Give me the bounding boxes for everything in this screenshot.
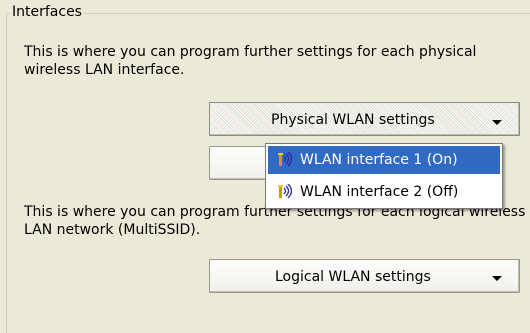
wlan-antenna-icon xyxy=(278,152,292,167)
physical-wlan-settings-label: Physical WLAN settings xyxy=(271,112,435,128)
physical-wlan-settings-button[interactable]: Physical WLAN settings xyxy=(209,102,520,136)
wlan-antenna-icon xyxy=(278,184,292,199)
menu-item-label: WLAN interface 1 (On) xyxy=(300,152,458,168)
hidden-button-stub[interactable] xyxy=(209,146,269,180)
logical-wlan-settings-label: Logical WLAN settings xyxy=(275,269,431,285)
wlan-interface-menu: WLAN interface 1 (On) WLAN interface 2 (… xyxy=(265,143,503,209)
menu-item-wlan-interface-2[interactable]: WLAN interface 2 (Off) xyxy=(268,178,500,206)
chevron-down-icon xyxy=(492,120,502,125)
menu-item-label: WLAN interface 2 (Off) xyxy=(300,184,459,200)
physical-description: This is where you can program further se… xyxy=(24,44,477,78)
group-title: Interfaces xyxy=(10,3,84,21)
logical-wlan-settings-button[interactable]: Logical WLAN settings xyxy=(209,259,520,293)
menu-item-wlan-interface-1[interactable]: WLAN interface 1 (On) xyxy=(268,146,500,174)
chevron-down-icon xyxy=(492,276,502,281)
